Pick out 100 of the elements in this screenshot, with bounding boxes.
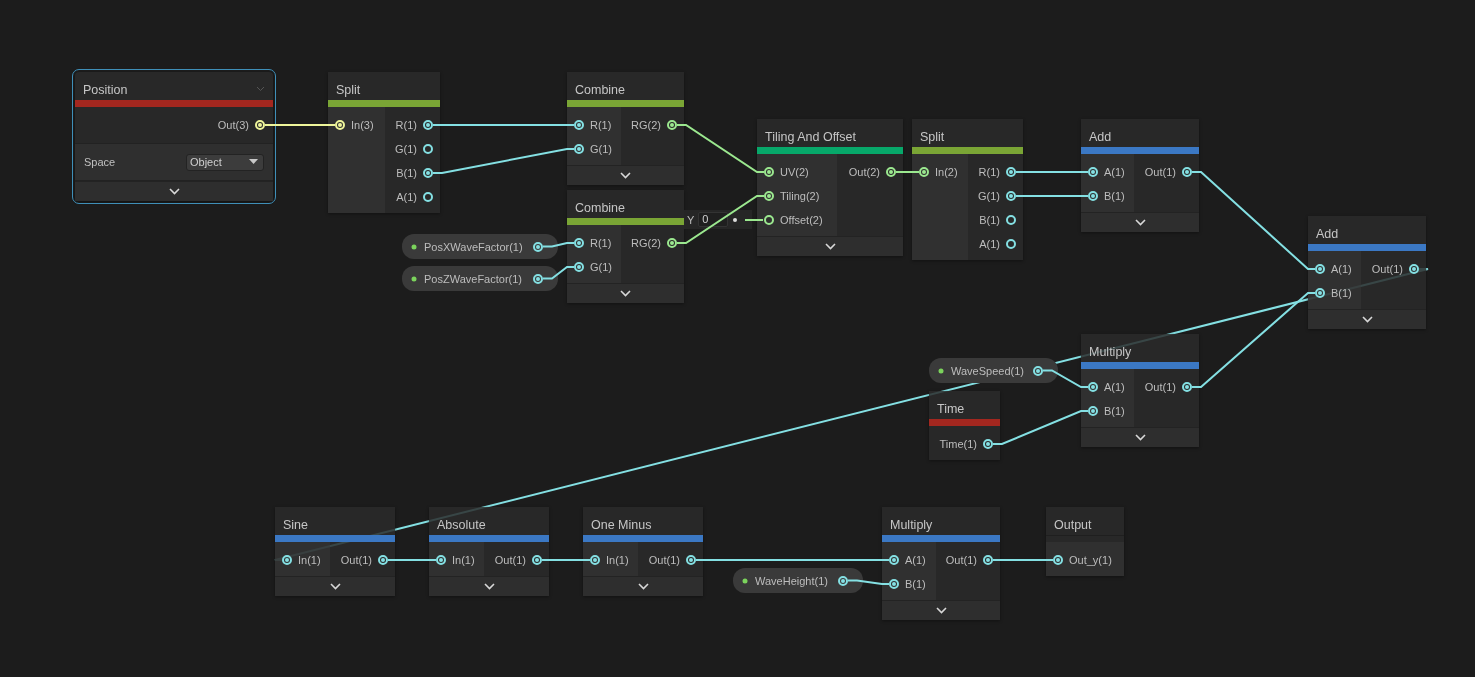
port-handle[interactable] xyxy=(764,191,774,201)
chevron-icon xyxy=(824,243,836,250)
port-handle[interactable] xyxy=(436,555,446,565)
setting-label: Space xyxy=(84,156,116,168)
node-card[interactable]: Position Out(3) Space Object xyxy=(75,72,273,201)
port-label: Time(1) xyxy=(939,438,977,450)
port-handle[interactable] xyxy=(574,238,584,248)
port-handle[interactable] xyxy=(667,238,677,248)
node-card[interactable]: Add A(1) B(1) Out(1) xyxy=(1081,119,1199,232)
node-card[interactable]: Sine In(1) Out(1) xyxy=(275,507,395,596)
chevron-icon xyxy=(483,583,495,590)
node-card[interactable]: Combine R(1) G(1) RG(2) xyxy=(567,72,684,185)
port-handle[interactable] xyxy=(1088,406,1098,416)
port-label: A(1) xyxy=(1104,166,1125,178)
node-title: Split xyxy=(336,83,361,97)
space-dropdown[interactable]: Object xyxy=(186,153,264,171)
port-handle[interactable] xyxy=(1182,382,1192,392)
port-label: B(1) xyxy=(979,214,1000,226)
port-handle[interactable] xyxy=(1033,365,1043,376)
port-label: In(3) xyxy=(351,119,374,131)
node-card[interactable]: Add A(1) B(1) Out(1) xyxy=(1308,216,1426,329)
port-label: Out(1) xyxy=(1144,381,1176,393)
node-card[interactable]: Multiply A(1) B(1) Out(1) xyxy=(882,507,1000,620)
port-label: A(1) xyxy=(396,191,417,203)
port-label: In(1) xyxy=(298,554,321,566)
node-card[interactable]: Output Out_y(1) xyxy=(1046,507,1124,576)
node-title: Multiply xyxy=(1089,345,1132,359)
node-title: One Minus xyxy=(591,518,652,532)
node-card[interactable]: Split In(3) R(1) G(1) B(1) A(1) xyxy=(328,72,440,213)
port-label: UV(2) xyxy=(780,166,809,178)
port-label: A(1) xyxy=(905,554,926,566)
node-title: Tiling And Offset xyxy=(765,130,857,144)
port-handle[interactable] xyxy=(532,555,542,565)
node-card[interactable]: Time Time(1) xyxy=(929,391,1000,460)
port-handle[interactable] xyxy=(1088,167,1098,177)
port-handle[interactable] xyxy=(423,192,433,202)
port-handle[interactable] xyxy=(1088,191,1098,201)
node-card[interactable]: Absolute In(1) Out(1) xyxy=(429,507,549,596)
port-handle[interactable] xyxy=(574,144,584,154)
chevron-icon xyxy=(168,188,180,195)
node-title: Combine xyxy=(575,201,626,215)
port-handle[interactable] xyxy=(533,273,543,284)
node-title: Output xyxy=(1054,518,1092,532)
port-handle[interactable] xyxy=(838,575,848,586)
port-handle[interactable] xyxy=(1315,264,1325,274)
port-handle[interactable] xyxy=(1182,167,1192,177)
port-handle[interactable] xyxy=(378,555,388,565)
wire xyxy=(542,242,575,248)
port-handle[interactable] xyxy=(423,144,433,154)
port-handle[interactable] xyxy=(282,555,292,565)
port-handle[interactable] xyxy=(667,120,677,130)
property-pill[interactable]: PosXWaveFactor(1) xyxy=(402,234,558,259)
port-handle[interactable] xyxy=(1006,191,1016,201)
port-label: R(1) xyxy=(978,166,1000,178)
port-handle[interactable] xyxy=(590,555,600,565)
field-label: Y xyxy=(687,213,695,226)
port-handle[interactable] xyxy=(574,262,584,272)
port-handle[interactable] xyxy=(423,168,433,178)
port-label: G(1) xyxy=(395,143,417,155)
port-handle[interactable] xyxy=(1088,382,1098,392)
node-card[interactable]: One Minus In(1) Out(1) xyxy=(583,507,703,596)
port-handle[interactable] xyxy=(423,120,433,130)
property-pill[interactable]: WaveSpeed(1) xyxy=(929,358,1058,383)
node-card[interactable]: Tiling And Offset UV(2) Tiling(2) Offset(2) Out(2) xyxy=(757,119,903,256)
port-handle[interactable] xyxy=(1315,288,1325,298)
port-handle[interactable] xyxy=(919,167,929,177)
port-label: B(1) xyxy=(1104,405,1125,417)
node-title: Split xyxy=(920,130,945,144)
port-label: A(1) xyxy=(979,238,1000,250)
wire xyxy=(847,579,890,585)
node-card[interactable]: Multiply A(1) B(1) Out(1) xyxy=(1081,334,1199,447)
port-handle[interactable] xyxy=(533,241,543,252)
port-handle[interactable] xyxy=(574,120,584,130)
port-handle[interactable] xyxy=(983,555,993,565)
port-label: B(1) xyxy=(1104,190,1125,202)
property-pill[interactable]: PosZWaveFactor(1) xyxy=(402,266,558,291)
port-label: Out(1) xyxy=(1371,263,1403,275)
port-handle[interactable] xyxy=(1006,239,1016,249)
port-handle[interactable] xyxy=(889,555,899,565)
port-label: Out(2) xyxy=(848,166,880,178)
property-pill[interactable]: WaveHeight(1) xyxy=(733,568,863,593)
port-handle[interactable] xyxy=(1053,555,1063,565)
port-label: R(1) xyxy=(590,119,612,131)
port-handle[interactable] xyxy=(889,579,899,589)
property-label: WaveHeight(1) xyxy=(755,574,829,587)
node-card[interactable]: Combine R(1) G(1) RG(2) xyxy=(567,190,684,303)
property-label: WaveSpeed(1) xyxy=(951,364,1025,377)
port-handle[interactable] xyxy=(1409,264,1419,274)
port-handle[interactable] xyxy=(983,439,993,449)
port-handle[interactable] xyxy=(764,215,774,225)
port-handle[interactable] xyxy=(1006,167,1016,177)
port-handle[interactable] xyxy=(886,167,896,177)
wire xyxy=(895,171,920,173)
port-handle[interactable] xyxy=(686,555,696,565)
port-handle[interactable] xyxy=(1006,215,1016,225)
port-label: R(1) xyxy=(395,119,417,131)
port-handle[interactable] xyxy=(764,167,774,177)
port-label: RG(2) xyxy=(631,237,661,249)
node-title: Absolute xyxy=(437,518,486,532)
node-card[interactable]: Split In(2) R(1) G(1) B(1) A(1) xyxy=(912,119,1023,260)
